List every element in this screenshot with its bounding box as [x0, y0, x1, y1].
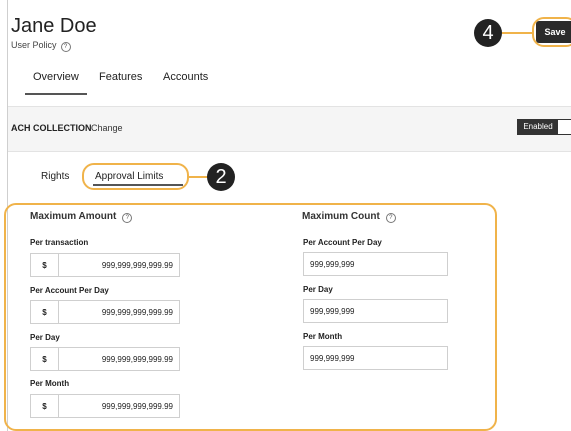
field-label: Per Month	[30, 379, 70, 388]
callout-line-2	[189, 176, 209, 178]
subtitle-text: User Policy	[11, 40, 57, 50]
page-subtitle: User Policy?	[11, 40, 71, 52]
maximum-count-title: Maximum Count	[302, 211, 380, 222]
amount-value: 999,999,999,999.99	[101, 307, 173, 317]
amount-value: 999,999,999,999.99	[101, 354, 173, 364]
currency-symbol: $	[31, 301, 59, 323]
maximum-count-heading: Maximum Count?	[302, 211, 396, 223]
tab-approval-limits[interactable]: Approval Limits	[95, 171, 163, 182]
active-tab-underline	[93, 184, 183, 186]
toggle-label: Enabled	[518, 120, 558, 134]
help-icon[interactable]: ?	[60, 42, 71, 52]
maximum-amount-heading: Maximum Amount?	[30, 211, 133, 223]
tab-rights[interactable]: Rights	[41, 171, 69, 182]
per-day-amount-input[interactable]: $ 999,999,999,999.99	[30, 347, 180, 371]
tab-overview[interactable]: Overview	[25, 71, 87, 95]
help-icon[interactable]: ?	[385, 213, 396, 223]
field-label: Per transaction	[30, 238, 89, 247]
per-day-count-input[interactable]: 999,999,999	[303, 299, 448, 323]
save-button[interactable]: Save	[532, 17, 571, 47]
field-label: Per Account Per Day	[303, 238, 382, 247]
currency-symbol: $	[31, 395, 59, 417]
maximum-amount-title: Maximum Amount	[30, 211, 117, 222]
amount-value: 999,999,999,999.99	[101, 260, 173, 270]
per-account-per-day-amount-input[interactable]: $ 999,999,999,999.99	[30, 300, 180, 324]
sub-tabs: Rights Approval Limits 2	[8, 158, 571, 192]
callout-number-4: 4	[474, 19, 502, 47]
ach-feature-name: ACH COLLECTION	[11, 123, 92, 133]
field-label: Per Day	[303, 285, 333, 294]
callout-number-2: 2	[207, 163, 235, 191]
tab-features[interactable]: Features	[99, 71, 142, 83]
callout-line-4	[502, 32, 532, 34]
per-transaction-amount-input[interactable]: $ 999,999,999,999.99	[30, 253, 180, 277]
per-month-amount-input[interactable]: $ 999,999,999,999.99	[30, 394, 180, 418]
page-title: Jane Doe	[11, 15, 97, 37]
policy-panel: Jane Doe User Policy? 4 Save Overview Fe…	[4, 0, 571, 431]
per-account-per-day-count-input[interactable]: 999,999,999	[303, 252, 448, 276]
amount-value: 999,999,999,999.99	[101, 401, 173, 411]
save-button-label: Save	[536, 21, 571, 43]
field-label: Per Day	[30, 333, 60, 342]
tab-accounts[interactable]: Accounts	[163, 71, 208, 83]
field-label: Per Month	[303, 332, 343, 341]
currency-symbol: $	[31, 254, 59, 276]
help-icon[interactable]: ?	[122, 213, 133, 223]
field-label: Per Account Per Day	[30, 286, 109, 295]
per-month-count-input[interactable]: 999,999,999	[303, 346, 448, 370]
main-tabs: Overview Features Accounts	[8, 60, 571, 96]
enabled-toggle[interactable]: Enabled	[517, 119, 571, 135]
change-link[interactable]: Change	[91, 123, 123, 133]
ach-feature-bar: ACH COLLECTION Change Enabled	[8, 106, 571, 152]
currency-symbol: $	[31, 348, 59, 370]
